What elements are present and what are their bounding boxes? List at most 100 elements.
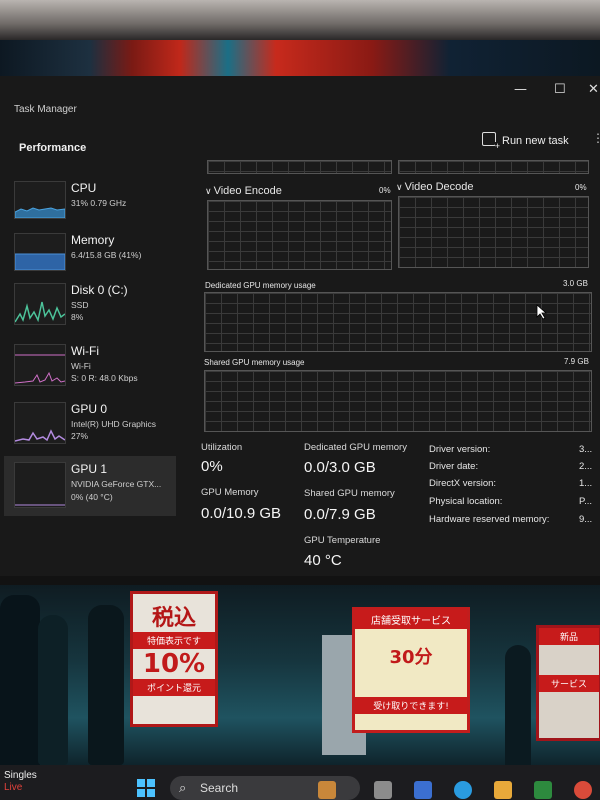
- gpu1-label: GPU 1: [71, 462, 108, 476]
- edge-browser-icon[interactable]: [454, 781, 472, 799]
- widget-live-badge: Live: [4, 782, 23, 793]
- sidebar-item-disk[interactable]: Disk 0 (C:) SSD 8%: [4, 279, 176, 327]
- sign-text: サービス: [539, 675, 599, 692]
- directx-version-label: DirectX version:: [429, 478, 497, 489]
- gpu0-model: Intel(R) UHD Graphics: [71, 419, 157, 429]
- gpu-memory-label: GPU Memory: [201, 487, 259, 498]
- engine-graph-top-left: [207, 160, 392, 174]
- memory-sparkline: [14, 233, 66, 271]
- video-encode-graph: [207, 200, 392, 270]
- sidebar-item-wifi[interactable]: Wi-Fi Wi-Fi S: 0 R: 48.0 Kbps: [4, 340, 176, 388]
- shared-memory-graph-max: 7.9 GB: [564, 357, 589, 366]
- gpu-temperature-value: 40 °C: [304, 552, 342, 569]
- gpu-memory-value: 0.0/10.9 GB: [201, 505, 282, 522]
- hardware-reserved-memory-value: 9...: [579, 514, 593, 525]
- memory-label: Memory: [71, 233, 115, 247]
- wifi-adapter: Wi-Fi: [71, 361, 91, 371]
- file-explorer-icon[interactable]: [494, 781, 512, 799]
- run-new-task-button[interactable]: Run new task: [482, 132, 569, 152]
- maximize-button[interactable]: ☐: [554, 82, 566, 97]
- chevron-down-icon: ∨: [205, 186, 212, 196]
- dedicated-memory-graph: [204, 292, 592, 352]
- performance-heading: Performance: [19, 142, 87, 154]
- driver-date-label: Driver date:: [429, 461, 479, 472]
- more-options-icon[interactable]: ⋮: [592, 131, 600, 145]
- wallpaper-person: [0, 595, 40, 775]
- hardware-reserved-memory-label: Hardware reserved memory:: [429, 514, 550, 525]
- gpu0-label: GPU 0: [71, 402, 108, 416]
- close-button[interactable]: ✕: [588, 82, 599, 97]
- sidebar-item-gpu1[interactable]: GPU 1 NVIDIA GeForce GTX... 0% (40 °C): [4, 456, 176, 516]
- sign-text: 10%: [142, 649, 206, 679]
- mouse-cursor-icon: [536, 304, 548, 320]
- cpu-label: CPU: [71, 181, 97, 195]
- search-highlight-icon[interactable]: [318, 781, 336, 799]
- dedicated-memory-graph-max: 3.0 GB: [563, 279, 588, 288]
- widgets-icon[interactable]: [414, 781, 432, 799]
- gpu1-usage: 0% (40 °C): [71, 492, 113, 502]
- directx-version-value: 1...: [579, 478, 593, 489]
- wallpaper-sign-right: 新品 サービス: [536, 625, 600, 741]
- video-decode-label: Video Decode: [404, 181, 474, 193]
- widget-title: Singles: [4, 770, 37, 781]
- driver-date-value: 2...: [579, 461, 593, 472]
- taskbar-widget[interactable]: Singles Live: [4, 770, 37, 794]
- shared-memory-value: 0.0/7.9 GB: [304, 506, 376, 523]
- dedicated-memory-label: Dedicated GPU memory: [304, 442, 407, 453]
- cpu-details: 31% 0.79 GHz: [71, 198, 127, 208]
- gpu-temperature-label: GPU Temperature: [304, 535, 381, 546]
- app-icon[interactable]: [534, 781, 552, 799]
- chrome-browser-icon[interactable]: [574, 781, 592, 799]
- dedicated-memory-graph-label: Dedicated GPU memory usage: [205, 281, 316, 290]
- start-button-windows-icon[interactable]: [137, 779, 155, 797]
- sign-text: 新品: [539, 628, 599, 645]
- wifi-throughput: S: 0 R: 48.0 Kbps: [71, 373, 138, 383]
- gpu1-model: NVIDIA GeForce GTX...: [71, 479, 162, 489]
- run-new-task-label: Run new task: [502, 135, 569, 147]
- sign-text: 特価表示です: [133, 632, 215, 649]
- wallpaper-pole: [505, 645, 531, 775]
- wifi-label: Wi-Fi: [71, 344, 99, 358]
- sign-text: 店舗受取サービス: [355, 610, 467, 629]
- search-icon: ⌕: [179, 780, 187, 795]
- gpu1-sparkline: [14, 462, 66, 508]
- shared-memory-graph: [204, 370, 592, 432]
- task-view-icon[interactable]: [374, 781, 392, 799]
- wallpaper-sign-store: 店舗受取サービス 30分 受け取りできます!: [352, 607, 470, 733]
- video-decode-graph: [398, 196, 589, 268]
- video-encode-label: Video Encode: [213, 185, 282, 197]
- dedicated-memory-value: 0.0/3.0 GB: [304, 459, 376, 476]
- sidebar-item-memory[interactable]: Memory 6.4/15.8 GB (41%): [4, 229, 176, 277]
- disk-label: Disk 0 (C:): [71, 283, 128, 297]
- video-encode-percent: 0%: [379, 186, 391, 195]
- shared-memory-label: Shared GPU memory: [304, 488, 395, 499]
- search-placeholder: Search: [200, 781, 239, 795]
- physical-location-label: Physical location:: [429, 496, 503, 507]
- video-encode-selector[interactable]: ∨ Video Encode: [205, 185, 282, 197]
- window-title: Task Manager: [14, 104, 77, 115]
- wallpaper-person: [38, 615, 68, 765]
- video-decode-selector[interactable]: ∨ Video Decode: [396, 181, 474, 193]
- disk-usage: 8%: [71, 312, 84, 322]
- sign-text: 受け取りできます!: [355, 697, 467, 714]
- minimize-button[interactable]: —: [514, 82, 527, 97]
- monitor-bezel: [0, 0, 600, 40]
- video-decode-percent: 0%: [575, 183, 587, 192]
- wallpaper-sign-tax: 税込 特価表示です 10% ポイント還元: [130, 591, 218, 727]
- sign-text: ポイント還元: [133, 679, 215, 696]
- utilization-value: 0%: [201, 458, 223, 475]
- wifi-sparkline: [14, 344, 66, 386]
- gpu0-usage: 27%: [71, 431, 89, 441]
- sidebar-item-cpu[interactable]: CPU 31% 0.79 GHz: [4, 177, 176, 225]
- wallpaper-person: [88, 605, 124, 765]
- shared-memory-graph-label: Shared GPU memory usage: [204, 358, 305, 367]
- sign-text: 税込: [151, 606, 196, 631]
- run-task-icon: [482, 132, 501, 151]
- memory-details: 6.4/15.8 GB (41%): [71, 250, 142, 260]
- sidebar-item-gpu0[interactable]: GPU 0 Intel(R) UHD Graphics 27%: [4, 398, 176, 446]
- driver-version-value: 3...: [579, 444, 593, 455]
- disk-sparkline: [14, 283, 66, 325]
- engine-graph-top-right: [398, 160, 589, 174]
- utilization-label: Utilization: [201, 442, 243, 453]
- gpu0-sparkline: [14, 402, 66, 444]
